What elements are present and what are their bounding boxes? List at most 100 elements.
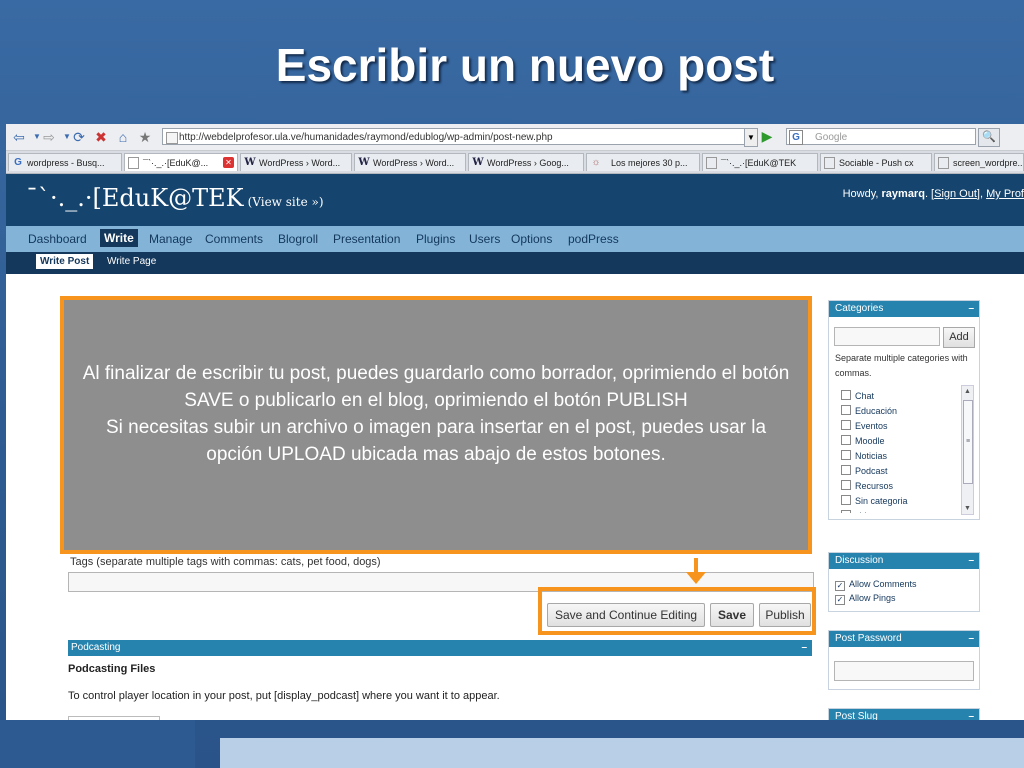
collapse-icon[interactable]: – <box>801 640 807 656</box>
podcasting-field[interactable] <box>68 716 160 720</box>
address-dropdown-icon[interactable]: ▼ <box>744 128 758 147</box>
add-category-button[interactable]: Add <box>943 327 975 348</box>
post-password-header[interactable]: Post Password – <box>829 631 979 647</box>
tab-wordpress-google[interactable]: W WordPress › Goog... <box>468 153 584 171</box>
scroll-thumb[interactable]: ≡ <box>963 400 973 484</box>
search-icon[interactable]: 🔍 <box>978 128 1000 147</box>
address-bar-url: http://webdelprofesor.ula.ve/humanidades… <box>179 132 553 143</box>
tab-edukatek[interactable]: ¯`·._.·[EduK@TEK <box>702 153 818 171</box>
checkbox[interactable] <box>841 405 851 415</box>
allow-pings-option[interactable]: Allow Pings <box>835 593 896 605</box>
submenu-write-page[interactable]: Write Page <box>107 256 156 267</box>
menu-presentation[interactable]: Presentation <box>333 232 400 246</box>
submenu-write-post[interactable]: Write Post <box>36 254 94 269</box>
callout-arrow-icon <box>686 572 706 584</box>
browser-toolbar: ⇦ ▼ ⇨ ▼ ⟳ ✖ ⌂ ★ http://webdelprofesor.ul… <box>6 124 1024 151</box>
address-bar[interactable]: http://webdelprofesor.ula.ve/humanidades… <box>162 128 752 145</box>
save-continue-button[interactable]: Save and Continue Editing <box>547 603 705 627</box>
save-button[interactable]: Save <box>710 603 754 627</box>
checkbox[interactable] <box>841 465 851 475</box>
podcasting-header[interactable]: Podcasting – <box>68 640 812 656</box>
collapse-icon[interactable]: – <box>968 709 974 720</box>
category-item[interactable]: Recursos <box>841 480 893 491</box>
instruction-callout: Al finalizar de escribir tu post, puedes… <box>60 296 812 554</box>
checkbox[interactable] <box>841 495 851 505</box>
discussion-box: Discussion– Allow Comments Allow Pings <box>828 552 980 612</box>
tab-bar: Gwordpress - Busq... ¯`·._.·[EduK@... ✕ W… <box>6 151 1024 174</box>
checkbox-checked[interactable] <box>835 595 845 605</box>
checkbox[interactable] <box>841 390 851 400</box>
tab-edukatek-active[interactable]: ¯`·._.·[EduK@... ✕ <box>124 153 238 171</box>
tab-wordpress-1[interactable]: W WordPress › Word... <box>240 153 352 171</box>
post-password-input[interactable] <box>834 661 974 681</box>
new-category-input[interactable] <box>834 327 940 346</box>
tab-screen-wordpress[interactable]: screen_wordpre... <box>934 153 1024 171</box>
bookmark-icon[interactable]: ★ <box>136 128 154 146</box>
menu-podpress[interactable]: podPress <box>568 232 619 246</box>
admin-menu: Dashboard Write Manage Comments Blogroll… <box>6 226 1024 252</box>
sign-out-link[interactable]: Sign Out <box>934 188 977 200</box>
my-profile-link[interactable]: My Prof <box>986 188 1024 200</box>
categories-header[interactable]: Categories – <box>829 301 979 317</box>
category-item[interactable]: Sin categoria <box>841 495 908 506</box>
menu-comments[interactable]: Comments <box>205 232 263 246</box>
back-icon[interactable]: ⇦ <box>10 128 28 146</box>
home-icon[interactable]: ⌂ <box>114 128 132 146</box>
callout-text-2: Si necesitas subir un archivo o imagen p… <box>105 417 767 465</box>
browser-screenshot: ⇦ ▼ ⇨ ▼ ⟳ ✖ ⌂ ★ http://webdelprofesor.ul… <box>6 124 1024 720</box>
admin-submenu: Write Post Write Page <box>6 252 1024 274</box>
menu-write[interactable]: Write <box>100 229 138 247</box>
scroll-down-icon[interactable]: ▼ <box>962 503 973 514</box>
checkbox[interactable] <box>841 510 851 513</box>
slide-title: Escribir un nuevo post <box>275 39 775 91</box>
menu-users[interactable]: Users <box>469 232 500 246</box>
checkbox[interactable] <box>841 480 851 490</box>
collapse-icon[interactable]: – <box>968 553 974 569</box>
categories-note: Separate multiple categories with commas… <box>835 353 968 378</box>
category-item[interactable]: Moodle <box>841 435 885 446</box>
category-item[interactable]: Podcast <box>841 465 888 476</box>
category-item[interactable]: Chat <box>841 390 874 401</box>
checkbox[interactable] <box>841 450 851 460</box>
post-slug-header[interactable]: Post Slug – <box>829 709 979 720</box>
checkbox[interactable] <box>841 435 851 445</box>
category-item[interactable]: Noticias <box>841 450 887 461</box>
scroll-up-icon[interactable]: ▲ <box>962 386 973 397</box>
collapse-icon[interactable]: – <box>968 301 974 317</box>
tab-los-mejores[interactable]: ☼ Los mejores 30 p... <box>586 153 700 171</box>
menu-plugins[interactable]: Plugins <box>416 232 455 246</box>
go-icon[interactable]: ▶ <box>758 128 776 145</box>
category-item[interactable]: Eventos <box>841 420 888 431</box>
allow-comments-option[interactable]: Allow Comments <box>835 579 917 591</box>
forward-icon[interactable]: ⇨ <box>40 128 58 146</box>
menu-options[interactable]: Options <box>511 232 552 246</box>
checkbox-checked[interactable] <box>835 581 845 591</box>
slide-bottom-left-decoration <box>0 720 195 768</box>
document-icon <box>824 157 835 169</box>
discussion-header[interactable]: Discussion – <box>829 553 979 569</box>
tab-wordpress-search[interactable]: Gwordpress - Busq... <box>8 153 122 171</box>
category-item[interactable]: videos <box>841 510 881 513</box>
wikipedia-icon: W <box>358 157 370 168</box>
close-tab-icon[interactable]: ✕ <box>223 157 234 168</box>
collapse-icon[interactable]: – <box>968 631 974 647</box>
view-site-link[interactable]: (View site ») <box>248 195 324 209</box>
category-item[interactable]: Educación <box>841 405 897 416</box>
search-placeholder: Google <box>815 132 848 143</box>
publish-button[interactable]: Publish <box>759 603 811 627</box>
tab-sociable[interactable]: Sociable - Push cx <box>820 153 932 171</box>
search-input[interactable]: G Google <box>786 128 976 145</box>
user-greeting: Howdy, raymarq. [Sign Out], My Prof <box>842 188 1024 200</box>
reload-icon[interactable]: ⟳ <box>70 128 88 146</box>
category-scrollbar[interactable]: ▲ ≡ ▼ <box>961 385 974 515</box>
podcasting-description: To control player location in your post,… <box>68 690 500 702</box>
stop-icon[interactable]: ✖ <box>92 128 110 146</box>
menu-dashboard[interactable]: Dashboard <box>28 232 87 246</box>
wp-header: ¯`·._.·[EduK@TEK (View site ») Howdy, ray… <box>6 174 1024 226</box>
slide-bottom-strip <box>220 738 1024 768</box>
menu-blogroll[interactable]: Blogroll <box>278 232 318 246</box>
callout-text-1: Al finalizar de escribir tu post, puedes… <box>82 363 790 411</box>
tab-wordpress-2[interactable]: W WordPress › Word... <box>354 153 466 171</box>
checkbox[interactable] <box>841 420 851 430</box>
menu-manage[interactable]: Manage <box>149 232 192 246</box>
